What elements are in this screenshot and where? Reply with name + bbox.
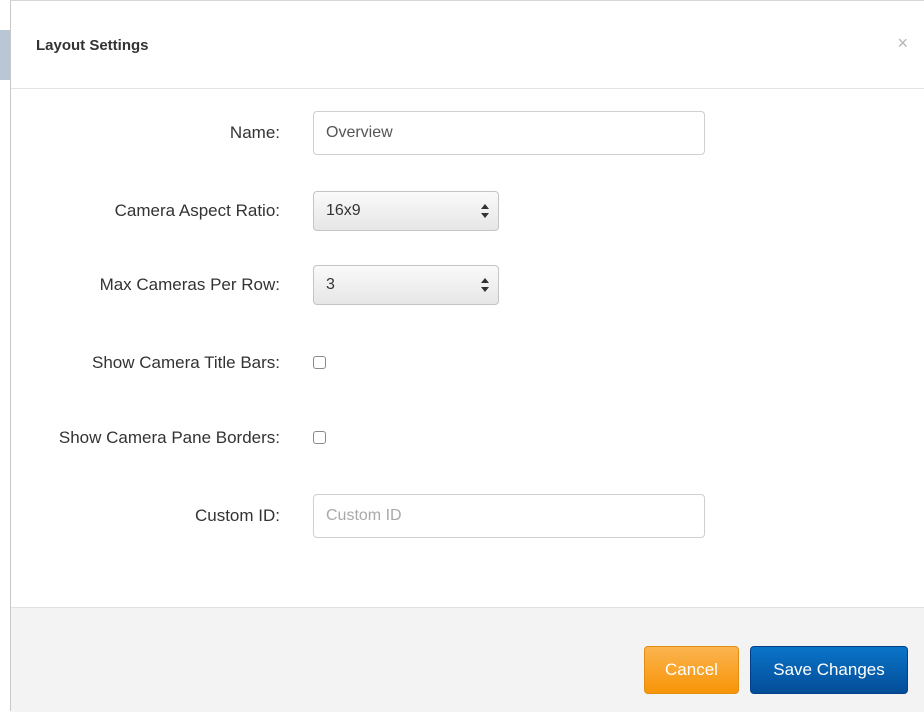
form-row-aspect-ratio: Camera Aspect Ratio: 16x9 bbox=[11, 191, 924, 231]
custom-id-label: Custom ID: bbox=[194, 506, 280, 525]
show-pane-borders-label: Show Camera Pane Borders: bbox=[58, 428, 280, 447]
aspect-ratio-label: Camera Aspect Ratio: bbox=[114, 201, 280, 220]
dialog-header: Layout Settings × bbox=[11, 1, 924, 89]
max-per-row-select[interactable]: 3 bbox=[313, 265, 499, 305]
form-row-max-per-row: Max Cameras Per Row: 3 bbox=[11, 265, 924, 305]
layout-settings-dialog: Layout Settings × Name: Camera Aspect Ra… bbox=[10, 0, 924, 712]
custom-id-input[interactable] bbox=[313, 494, 705, 538]
background-app-edge bbox=[0, 30, 10, 80]
save-changes-button[interactable]: Save Changes bbox=[750, 646, 908, 694]
aspect-ratio-value: 16x9 bbox=[326, 202, 361, 219]
select-arrows-icon bbox=[481, 278, 489, 292]
dialog-title: Layout Settings bbox=[36, 37, 149, 54]
max-per-row-label: Max Cameras Per Row: bbox=[99, 275, 280, 294]
show-pane-borders-checkbox[interactable] bbox=[313, 431, 326, 444]
name-input[interactable] bbox=[313, 111, 705, 155]
form-row-show-title-bars: Show Camera Title Bars: bbox=[11, 343, 924, 383]
name-label: Name: bbox=[229, 123, 280, 142]
show-title-bars-label: Show Camera Title Bars: bbox=[91, 353, 280, 372]
form-row-name: Name: bbox=[11, 111, 924, 155]
show-title-bars-checkbox[interactable] bbox=[313, 356, 326, 369]
max-per-row-value: 3 bbox=[326, 276, 335, 293]
select-arrows-icon bbox=[481, 204, 489, 218]
form-row-show-pane-borders: Show Camera Pane Borders: bbox=[11, 418, 924, 458]
form-row-custom-id: Custom ID: bbox=[11, 494, 924, 538]
close-icon[interactable]: × bbox=[897, 34, 908, 52]
dialog-footer: Cancel Save Changes bbox=[11, 607, 924, 712]
cancel-button[interactable]: Cancel bbox=[644, 646, 739, 694]
aspect-ratio-select[interactable]: 16x9 bbox=[313, 191, 499, 231]
